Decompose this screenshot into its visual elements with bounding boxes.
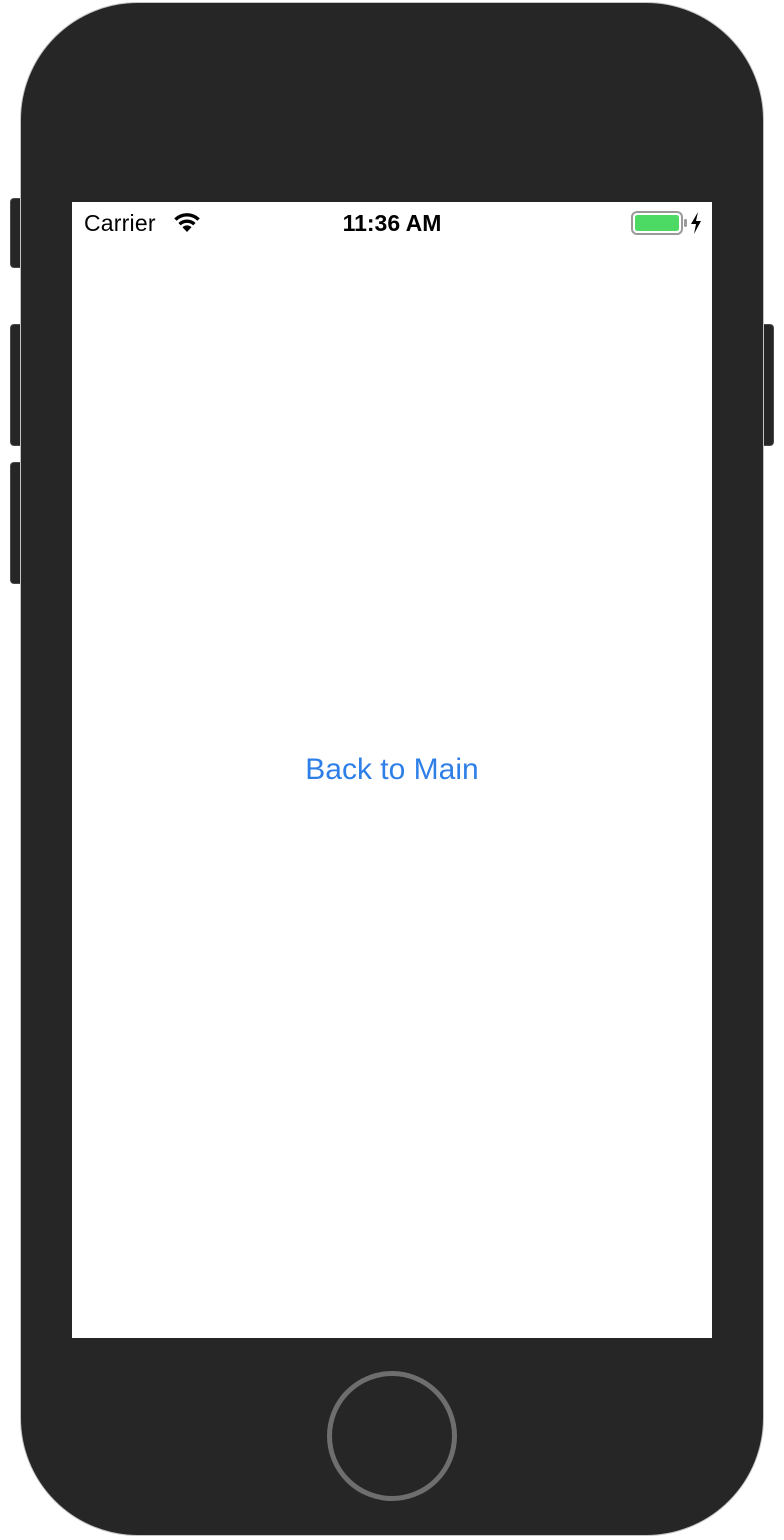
battery-full-icon	[631, 211, 687, 235]
bolt-icon	[691, 212, 701, 234]
back-to-main-button[interactable]: Back to Main	[72, 750, 712, 790]
screen: Carrier 11:36 AM Back to Main	[72, 202, 712, 1338]
status-bar: Carrier 11:36 AM	[72, 202, 712, 242]
status-time: 11:36 AM	[342, 210, 442, 236]
home-button[interactable]	[327, 1371, 457, 1501]
